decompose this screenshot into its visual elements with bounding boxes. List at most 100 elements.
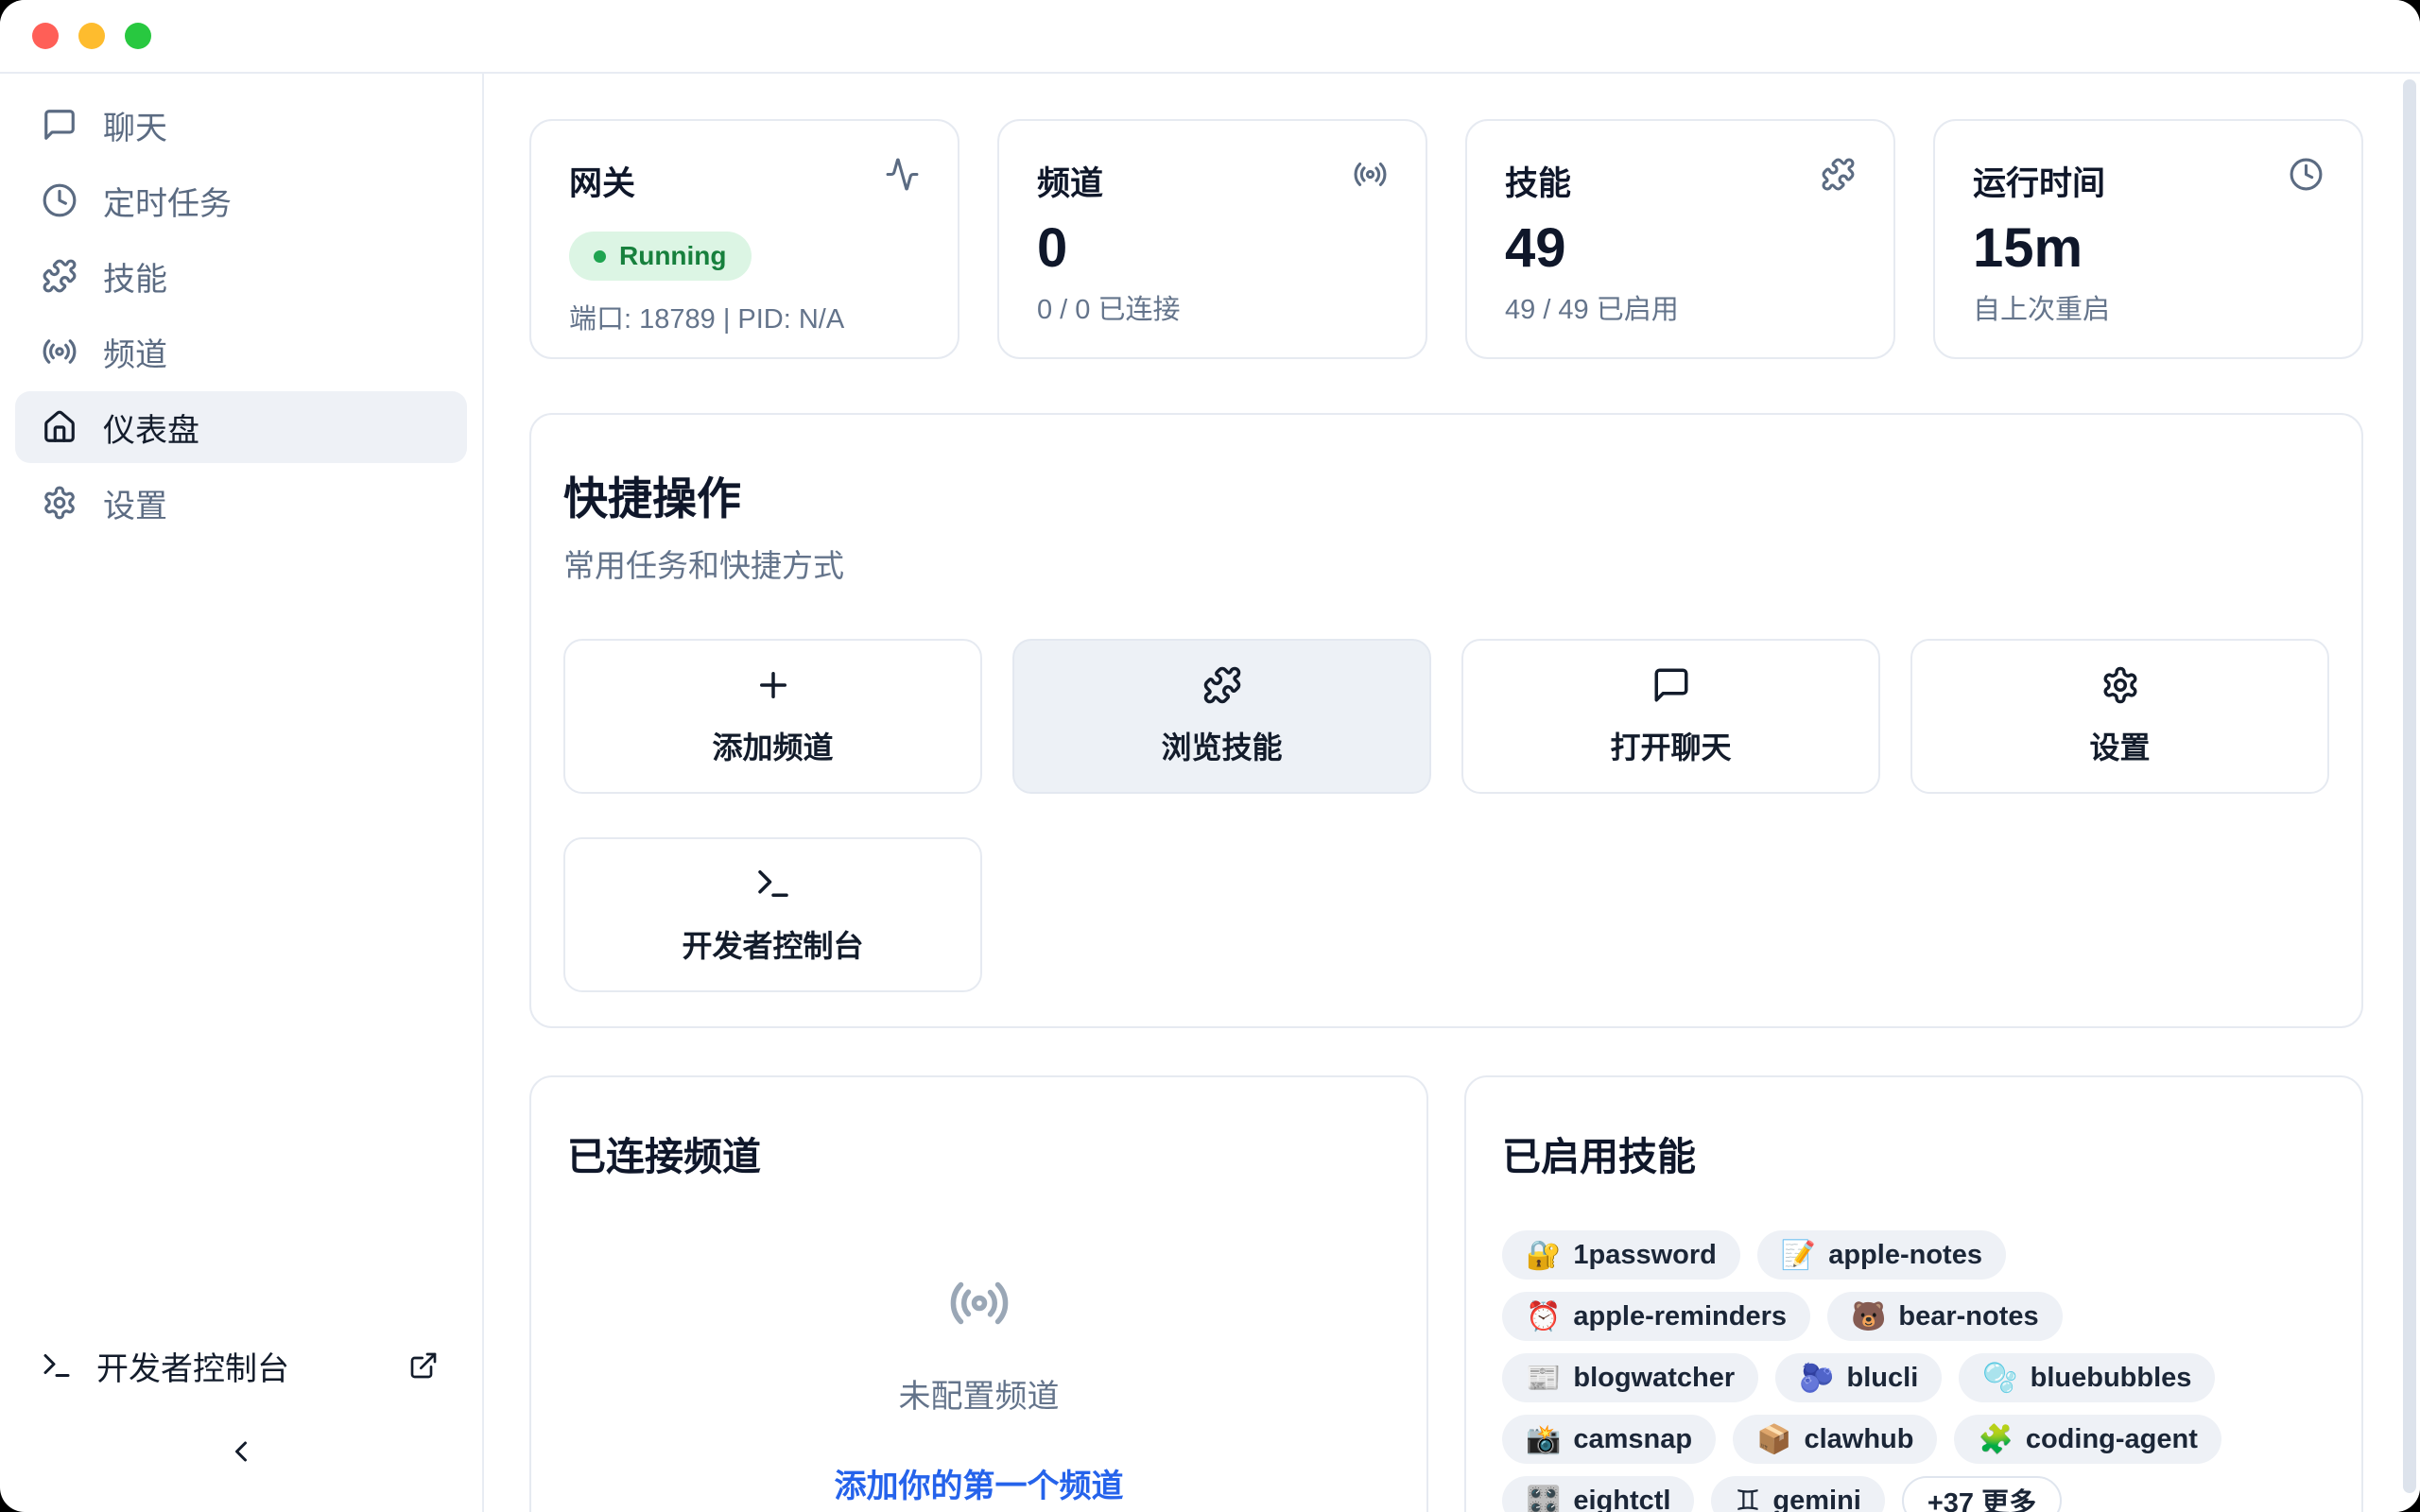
stat-detail: 自上次重启 <box>1973 287 2324 327</box>
blueberries-emoji-icon: 🫐 <box>1799 1362 1834 1395</box>
browse-skills-button[interactable]: 浏览技能 <box>1012 639 1431 794</box>
app-window: 聊天 定时任务 技能 频道 仪表盘 设置 <box>0 0 2420 1512</box>
radio-icon <box>42 334 78 369</box>
puzzle-icon <box>1821 157 1856 192</box>
sidebar-item-label: 仪表盘 <box>103 404 199 451</box>
sidebar-item-label: 定时任务 <box>103 178 232 224</box>
stat-title: 技能 <box>1505 157 1571 205</box>
stat-detail: 端口: 18789 | PID: N/A <box>569 297 920 336</box>
knobs-emoji-icon: 🎛️ <box>1526 1485 1561 1512</box>
dev-console-label: 开发者控制台 <box>96 1343 289 1389</box>
puzzle-icon <box>42 258 78 294</box>
newspaper-emoji-icon: 📰 <box>1526 1362 1561 1395</box>
camera-emoji-icon: 📸 <box>1526 1423 1561 1456</box>
radio-icon <box>1353 157 1388 192</box>
skill-chip: 📦clawhub <box>1733 1415 1937 1464</box>
stat-detail: 0 / 0 已连接 <box>1037 287 1388 327</box>
channels-empty-state: 未配置频道 添加你的第一个频道 <box>567 1272 1391 1506</box>
alarm-emoji-icon: ⏰ <box>1526 1300 1561 1333</box>
open-chat-button[interactable]: 打开聊天 <box>1461 639 1880 794</box>
clock-icon <box>42 182 78 218</box>
sidebar-item-label: 频道 <box>103 329 167 375</box>
sidebar: 聊天 定时任务 技能 频道 仪表盘 设置 <box>0 74 484 1512</box>
quick-actions-title: 快捷操作 <box>563 462 2329 527</box>
empty-state-text: 未配置频道 <box>899 1370 1060 1417</box>
sidebar-item-label: 设置 <box>103 480 167 526</box>
skill-chip: 📰blogwatcher <box>1502 1353 1758 1402</box>
quick-actions-panel: 快捷操作 常用任务和快捷方式 添加频道 浏览技能 打开聊天 <box>529 413 2363 1028</box>
stat-title: 频道 <box>1037 157 1103 205</box>
lock-emoji-icon: 🔐 <box>1526 1239 1561 1272</box>
sidebar-spacer <box>15 542 467 1336</box>
stat-value: 15m <box>1973 220 2324 278</box>
close-button[interactable] <box>32 23 59 49</box>
status-dot <box>594 250 606 263</box>
bubbles-emoji-icon: 🫧 <box>1982 1362 2017 1395</box>
terminal-icon <box>40 1349 74 1383</box>
stat-title: 运行时间 <box>1973 157 2105 205</box>
chevron-left-icon <box>224 1435 258 1469</box>
main-content: 网关 Running 端口: 18789 | PID: N/A 频道 0 0 /… <box>484 74 2420 1512</box>
external-link-icon <box>408 1350 439 1381</box>
skill-chip: 🫐blucli <box>1775 1353 1942 1402</box>
chat-icon <box>42 107 78 143</box>
window-controls <box>32 23 151 49</box>
skill-chip: 📸camsnap <box>1502 1415 1716 1464</box>
sidebar-item-label: 聊天 <box>103 102 167 148</box>
stat-card-gateway: 网关 Running 端口: 18789 | PID: N/A <box>529 119 959 359</box>
quick-actions-grid: 添加频道 浏览技能 打开聊天 设置 <box>563 639 2329 992</box>
stat-card-skills: 技能 49 49 / 49 已启用 <box>1465 119 1895 359</box>
bear-emoji-icon: 🐻 <box>1851 1300 1886 1333</box>
bottom-row: 已连接频道 未配置频道 添加你的第一个频道 已启用技能 🔐1password 📝… <box>529 1075 2363 1512</box>
stat-value: 49 <box>1505 220 1856 278</box>
stat-value: 0 <box>1037 220 1388 278</box>
sidebar-item-channels[interactable]: 频道 <box>15 316 467 387</box>
add-first-channel-link[interactable]: 添加你的第一个频道 <box>835 1460 1124 1506</box>
maximize-button[interactable] <box>125 23 151 49</box>
terminal-icon <box>753 864 793 903</box>
vertical-scrollbar[interactable] <box>2403 79 2416 1493</box>
clock-icon <box>2289 157 2324 192</box>
titlebar <box>0 0 2420 74</box>
sidebar-item-label: 技能 <box>103 253 167 300</box>
stat-detail: 49 / 49 已启用 <box>1505 287 1856 327</box>
minimize-button[interactable] <box>78 23 105 49</box>
package-emoji-icon: 📦 <box>1756 1423 1791 1456</box>
skill-chip: 🐻bear-notes <box>1827 1292 2063 1341</box>
gear-icon <box>42 485 78 521</box>
skill-chip: 🧩coding-agent <box>1954 1415 2221 1464</box>
memo-emoji-icon: 📝 <box>1781 1239 1816 1272</box>
stat-card-uptime: 运行时间 15m 自上次重启 <box>1933 119 2363 359</box>
home-icon <box>42 409 78 445</box>
stats-row: 网关 Running 端口: 18789 | PID: N/A 频道 0 0 /… <box>529 119 2363 359</box>
sidebar-item-settings[interactable]: 设置 <box>15 467 467 539</box>
dev-console-button[interactable]: 开发者控制台 <box>563 837 982 992</box>
skill-chip: ♊gemini <box>1711 1476 1884 1512</box>
enabled-skills-title: 已启用技能 <box>1502 1125 2325 1181</box>
skill-chip: 🫧bluebubbles <box>1959 1353 2215 1402</box>
add-channel-button[interactable]: 添加频道 <box>563 639 982 794</box>
plus-icon <box>753 665 793 705</box>
settings-button[interactable]: 设置 <box>1910 639 2329 794</box>
sidebar-item-scheduled-tasks[interactable]: 定时任务 <box>15 164 467 236</box>
activity-icon <box>885 157 920 192</box>
sidebar-item-dashboard[interactable]: 仪表盘 <box>15 391 467 463</box>
sidebar-item-skills[interactable]: 技能 <box>15 240 467 312</box>
stat-title: 网关 <box>569 157 635 205</box>
skill-chip: 📝apple-notes <box>1757 1230 2006 1280</box>
enabled-skills-panel: 已启用技能 🔐1password 📝apple-notes ⏰apple-rem… <box>1464 1075 2363 1512</box>
sidebar-collapse-button[interactable] <box>213 1425 269 1478</box>
puzzle-icon <box>1202 665 1242 705</box>
more-skills-button[interactable]: +37 更多 <box>1902 1476 2062 1512</box>
skill-chip: ⏰apple-reminders <box>1502 1292 1810 1341</box>
status-badge: Running <box>569 232 752 281</box>
dev-console-row[interactable]: 开发者控制台 <box>15 1336 467 1395</box>
connected-channels-panel: 已连接频道 未配置频道 添加你的第一个频道 <box>529 1075 1428 1512</box>
radio-icon <box>948 1272 1011 1334</box>
gemini-emoji-icon: ♊ <box>1735 1485 1760 1512</box>
sidebar-item-chat[interactable]: 聊天 <box>15 89 467 161</box>
chat-icon <box>1651 665 1691 705</box>
skill-chip: 🔐1password <box>1502 1230 1740 1280</box>
connected-channels-title: 已连接频道 <box>567 1125 1391 1181</box>
quick-actions-subtitle: 常用任务和快捷方式 <box>563 541 2329 586</box>
